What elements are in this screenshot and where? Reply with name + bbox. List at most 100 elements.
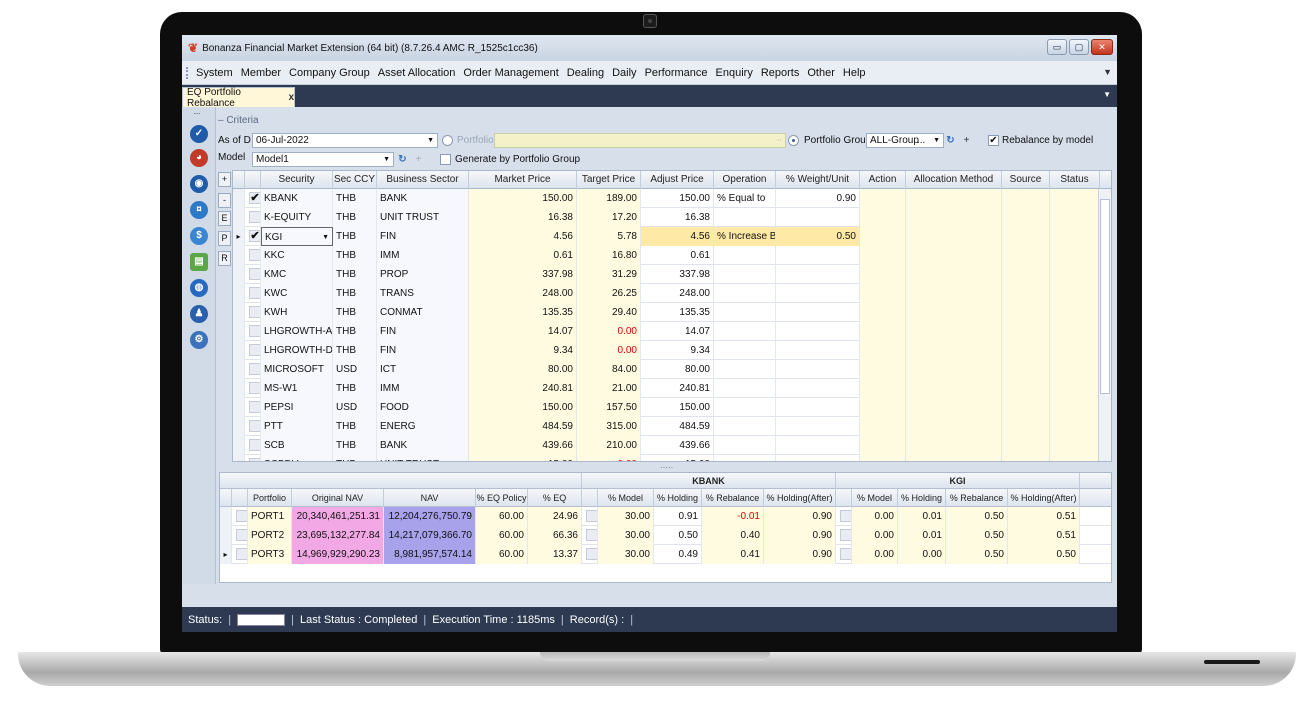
checkbox-icon[interactable] <box>249 344 260 356</box>
row-checkbox[interactable]: ✔ <box>245 189 261 208</box>
tab-list-chevron-icon[interactable]: ▼ <box>1103 90 1111 99</box>
tab-close-icon[interactable]: x <box>288 92 294 103</box>
target-icon[interactable]: ◉ <box>190 175 208 193</box>
checkbox-column-header[interactable] <box>220 489 232 507</box>
checkbox-column-header[interactable] <box>836 489 852 507</box>
row-selector-header[interactable] <box>233 171 245 189</box>
scroll-thumb[interactable] <box>1100 199 1110 394</box>
column-header[interactable]: % Holding(After) <box>764 489 836 507</box>
chevron-down-icon[interactable]: ▼ <box>383 153 390 166</box>
row-checkbox[interactable] <box>245 284 261 303</box>
column-header[interactable]: Business Sector <box>377 171 469 189</box>
checkbox-icon[interactable] <box>249 287 260 299</box>
checkbox-icon[interactable] <box>249 382 260 394</box>
row-checkbox[interactable] <box>582 507 598 526</box>
row-checkbox[interactable]: ✔ <box>245 227 261 246</box>
chevron-down-icon[interactable]: ▼ <box>933 134 940 147</box>
column-header[interactable]: NAV <box>384 489 476 507</box>
add-model-button[interactable]: + <box>412 153 425 166</box>
table-row[interactable]: ▸ PORT3 14,969,929,290.23 8,981,957,574.14 6… <box>220 545 1111 564</box>
chevron-down-icon[interactable]: ▼ <box>322 228 329 245</box>
as-of-date-field[interactable]: 06-Jul-2022 ▼ <box>252 133 438 148</box>
column-header[interactable]: % Holding <box>898 489 946 507</box>
restore-button[interactable]: ▢ <box>1069 39 1089 55</box>
add-group-button[interactable]: + <box>960 134 973 147</box>
row-indicator-icon[interactable] <box>233 322 245 341</box>
row-indicator-icon[interactable] <box>233 455 245 461</box>
ellipsis-icon[interactable]: ··· <box>775 134 782 147</box>
row-indicator-icon[interactable] <box>233 436 245 455</box>
menu-daily[interactable]: Daily <box>612 67 636 79</box>
column-header[interactable]: Portfolio <box>248 489 292 507</box>
menu-enquiry[interactable]: Enquiry <box>716 67 753 79</box>
row-indicator-icon[interactable] <box>233 341 245 360</box>
table-row[interactable]: ▸ ✔ KGI ▼ THB FIN 4.56 5.78 4.56% Increase By 0.5… <box>233 227 1111 246</box>
rebalance-by-model-checkbox[interactable]: ✔ <box>988 135 999 146</box>
table-row[interactable]: KMC THB PROP 337.98 31.29 337.98 <box>233 265 1111 284</box>
tab-eq-portfolio-rebalance[interactable]: EQ Portfolio Rebalance x <box>182 87 295 109</box>
checkbox-icon[interactable] <box>236 510 247 522</box>
row-checkbox[interactable] <box>245 417 261 436</box>
row-checkbox[interactable] <box>232 526 248 545</box>
checkbox-icon[interactable] <box>236 548 247 560</box>
column-header[interactable]: Original NAV <box>292 489 384 507</box>
menu-system[interactable]: System <box>196 67 233 79</box>
check-shield-icon[interactable]: ✓ <box>190 125 208 143</box>
globe-icon[interactable]: ◍ <box>190 279 208 297</box>
edit-button[interactable]: E <box>218 211 231 226</box>
generate-by-group-checkbox[interactable] <box>440 154 451 165</box>
column-header[interactable]: % Weight/Unit <box>776 171 860 189</box>
checkbox-icon[interactable] <box>249 458 260 461</box>
menu-other[interactable]: Other <box>807 67 835 79</box>
column-header[interactable]: % Rebalance <box>946 489 1008 507</box>
splitter-handle[interactable]: ····· <box>660 463 673 472</box>
column-header[interactable]: % Model <box>598 489 654 507</box>
checkbox-icon[interactable] <box>249 363 260 375</box>
checkbox-icon[interactable] <box>840 548 851 560</box>
refresh-model-icon[interactable]: ↻ <box>396 153 409 166</box>
row-indicator-icon[interactable] <box>233 303 245 322</box>
table-row[interactable]: K-EQUITY THB UNIT TRUST 16.38 17.20 16.38 <box>233 208 1111 227</box>
row-indicator-icon[interactable] <box>233 360 245 379</box>
column-header[interactable]: % EQ Holding <box>528 489 582 521</box>
table-row[interactable]: PTT THB ENERG 484.59 315.00 484.59 <box>233 417 1111 436</box>
checkbox-column-header[interactable] <box>582 489 598 507</box>
table-row[interactable]: MS-W1 THB IMM 240.81 21.00 240.81 <box>233 379 1111 398</box>
table-row[interactable]: PEPSI USD FOOD 150.00 157.50 150.00 <box>233 398 1111 417</box>
column-header[interactable]: Target Price <box>577 171 641 189</box>
row-checkbox[interactable] <box>245 341 261 360</box>
row-checkbox[interactable] <box>836 545 852 564</box>
column-header[interactable]: Action <box>860 171 906 189</box>
table-row[interactable]: LHGROWTH-A THB FIN 14.07 0.00 14.07 <box>233 322 1111 341</box>
row-checkbox[interactable] <box>232 507 248 526</box>
checkbox-icon[interactable]: ✔ <box>249 192 260 204</box>
select-all-checkbox[interactable] <box>245 171 261 189</box>
row-indicator-icon[interactable] <box>220 507 232 526</box>
row-indicator-icon[interactable] <box>233 379 245 398</box>
table-row[interactable]: PORT2 23,695,132,277.84 14,217,079,366.70 6… <box>220 526 1111 545</box>
column-header[interactable]: Adjust Price <box>641 171 714 189</box>
column-header[interactable]: Sec CCY <box>333 171 377 189</box>
menu-member[interactable]: Member <box>241 67 281 79</box>
table-row[interactable]: PORT1 20,340,461,251.31 12,204,276,750.79 6… <box>220 507 1111 526</box>
checkbox-icon[interactable] <box>249 325 260 337</box>
checkbox-icon[interactable] <box>249 439 260 451</box>
checkbox-icon[interactable] <box>249 268 260 280</box>
row-indicator-icon[interactable] <box>233 398 245 417</box>
table-row[interactable]: SCBDVTHBUNIT TRUST15.000.0015.00 <box>233 455 1111 461</box>
portfolio-group-select[interactable]: ALL-Group ... ▼ <box>866 133 944 148</box>
column-header[interactable]: Market Price <box>469 171 577 189</box>
checkbox-icon[interactable] <box>840 529 851 541</box>
column-header[interactable]: Status <box>1050 171 1100 189</box>
row-checkbox[interactable] <box>245 436 261 455</box>
report-chart-icon[interactable]: ▤ <box>190 253 208 271</box>
row-checkbox[interactable] <box>836 507 852 526</box>
row-indicator-icon[interactable]: ▸ <box>220 545 232 564</box>
user-chart-icon[interactable]: ♟ <box>190 305 208 323</box>
menu-order-management[interactable]: Order Management <box>463 67 558 79</box>
pie-chart-icon[interactable]: ◕ <box>190 149 208 167</box>
portfolio-group-radio[interactable] <box>788 135 799 146</box>
model-select[interactable]: Model1 ▼ <box>252 152 394 167</box>
checkbox-icon[interactable]: ✔ <box>249 230 260 242</box>
row-indicator-icon[interactable] <box>233 417 245 436</box>
